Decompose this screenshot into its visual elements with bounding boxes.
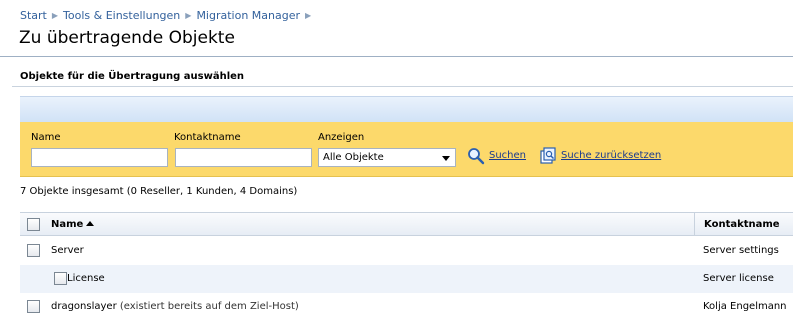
show-filter-label: Anzeigen xyxy=(318,132,365,143)
title-divider xyxy=(0,56,793,57)
name-filter-input[interactable] xyxy=(31,148,168,167)
breadcrumb: Start ▶ Tools & Einstellungen ▶ Migration Ma… xyxy=(20,9,316,22)
row-name-cell: dragonslayer (existiert bereits auf dem … xyxy=(51,301,299,312)
row-name: Server xyxy=(51,245,84,256)
search-button[interactable]: Suchen xyxy=(489,150,526,161)
breadcrumb-separator-icon: ▶ xyxy=(305,11,312,20)
magnifier-icon[interactable] xyxy=(467,147,485,165)
row-contact: Server settings xyxy=(703,245,779,256)
table-row: License Server license xyxy=(20,265,793,293)
row-name: dragonslayer xyxy=(51,301,117,312)
reset-search-button[interactable]: Suche zurücksetzen xyxy=(561,150,661,161)
name-filter-label: Name xyxy=(31,132,61,143)
sort-ascending-icon xyxy=(86,221,95,226)
column-header-contact[interactable]: Kontaktname xyxy=(694,213,793,236)
row-name: License xyxy=(67,273,105,284)
table-row: dragonslayer (existiert bereits auf dem … xyxy=(20,293,793,320)
row-note: (existiert bereits auf dem Ziel-Host) xyxy=(119,301,299,312)
page-title: Zu übertragende Objekte xyxy=(19,28,235,48)
contact-filter-label: Kontaktname xyxy=(174,132,241,143)
chevron-down-icon xyxy=(442,156,450,161)
show-filter-selected-value: Alle Objekte xyxy=(323,152,384,163)
show-filter-select[interactable]: Alle Objekte xyxy=(318,148,456,167)
row-checkbox[interactable] xyxy=(27,300,40,313)
column-header-name-label: Name xyxy=(51,219,84,230)
contact-filter-input[interactable] xyxy=(175,148,312,167)
breadcrumb-separator-icon: ▶ xyxy=(185,11,192,20)
section-title: Objekte für die Übertragung auswählen xyxy=(20,71,245,82)
column-header-name[interactable]: Name xyxy=(51,219,95,230)
table-header: Name Kontaktname xyxy=(20,212,793,236)
section-divider xyxy=(12,86,793,87)
row-checkbox[interactable] xyxy=(27,244,40,257)
table-row: Server Server settings xyxy=(20,237,793,265)
breadcrumb-migration-manager[interactable]: Migration Manager xyxy=(196,9,300,22)
reset-search-icon[interactable] xyxy=(539,147,557,165)
filter-panel: Name Kontaktname Anzeigen Alle Objekte S… xyxy=(20,122,793,177)
breadcrumb-tools-settings[interactable]: Tools & Einstellungen xyxy=(63,9,180,22)
row-contact: Server license xyxy=(703,273,774,284)
select-all-checkbox[interactable] xyxy=(27,218,40,231)
breadcrumb-start[interactable]: Start xyxy=(20,9,47,22)
row-checkbox[interactable] xyxy=(54,272,67,285)
objects-summary: 7 Objekte insgesamt (0 Reseller, 1 Kunde… xyxy=(20,186,298,197)
row-contact: Kolja Engelmann xyxy=(703,301,787,312)
toolbar-strip xyxy=(20,96,793,122)
breadcrumb-separator-icon: ▶ xyxy=(51,11,59,20)
